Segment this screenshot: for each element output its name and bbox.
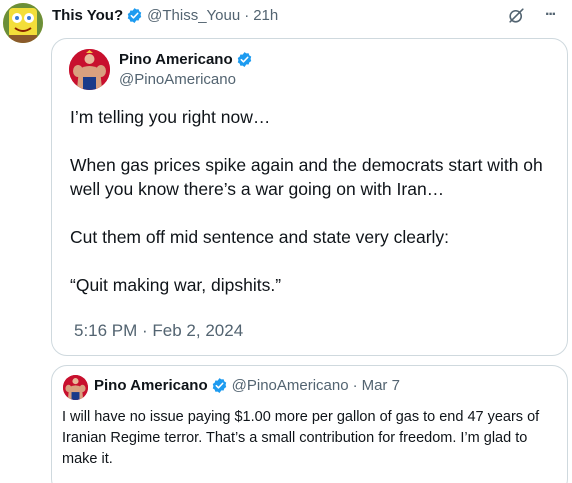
- muscleman-avatar-icon: [69, 49, 110, 90]
- tweet-header: This You? @Thiss_Youu · 21h: [52, 5, 278, 25]
- quoted-tweet-timestamp[interactable]: 5:16 PM · Feb 2, 2024: [74, 321, 243, 341]
- verified-badge-icon: [126, 7, 143, 24]
- muscleman-avatar-icon: [63, 375, 88, 400]
- more-horizontal-icon: ···: [545, 6, 557, 23]
- quoted-author-display-name[interactable]: Pino Americano: [119, 51, 233, 68]
- grok-button[interactable]: [506, 5, 526, 25]
- separator-dot: ·: [244, 6, 250, 24]
- nested-author-display-name[interactable]: Pino Americano: [94, 377, 208, 394]
- quoted-author-handle[interactable]: @PinoAmericano: [119, 71, 236, 88]
- quoted-tweet-card[interactable]: Pino Americano @PinoAmericano I’m tellin…: [51, 38, 568, 356]
- quoted-author-avatar[interactable]: [69, 49, 110, 90]
- tweet-paragraph: I’m telling you right now…: [70, 107, 271, 127]
- more-button[interactable]: ···: [540, 5, 560, 25]
- separator-dot: ·: [352, 377, 358, 394]
- nested-author-avatar[interactable]: [63, 375, 88, 400]
- nested-quote-text: I will have no issue paying $1.00 more p…: [62, 409, 540, 467]
- verified-badge-icon: [211, 377, 228, 394]
- nested-quote-header: Pino Americano @PinoAmericano · Mar 7: [94, 377, 400, 394]
- tweet-container: This You? @Thiss_Youu · 21h ··· Pino Ame…: [0, 0, 572, 483]
- tweet-paragraph: “Quit making war, dipshits.”: [70, 275, 282, 295]
- spongebob-avatar-icon: [3, 3, 43, 43]
- nested-quote-card[interactable]: Pino Americano @PinoAmericano · Mar 7 I …: [51, 365, 568, 483]
- verified-badge-icon: [236, 51, 253, 68]
- author-display-name[interactable]: This You?: [52, 7, 123, 24]
- slash-circle-icon: [508, 7, 524, 23]
- tweet-paragraph: Cut them off mid sentence and state very…: [70, 227, 450, 247]
- author-avatar[interactable]: [3, 3, 43, 43]
- author-handle[interactable]: @Thiss_Youu: [147, 7, 240, 24]
- quoted-tweet-text: I’m telling you right now… When gas pric…: [70, 105, 560, 321]
- tweet-time[interactable]: 21h: [253, 7, 278, 24]
- nested-quote-date[interactable]: Mar 7: [362, 377, 400, 394]
- tweet-paragraph: When gas prices spike again and the demo…: [70, 155, 543, 199]
- tweet-actions: ···: [506, 5, 560, 25]
- nested-author-handle[interactable]: @PinoAmericano: [232, 377, 349, 394]
- quoted-author-name-row: Pino Americano: [119, 51, 253, 68]
